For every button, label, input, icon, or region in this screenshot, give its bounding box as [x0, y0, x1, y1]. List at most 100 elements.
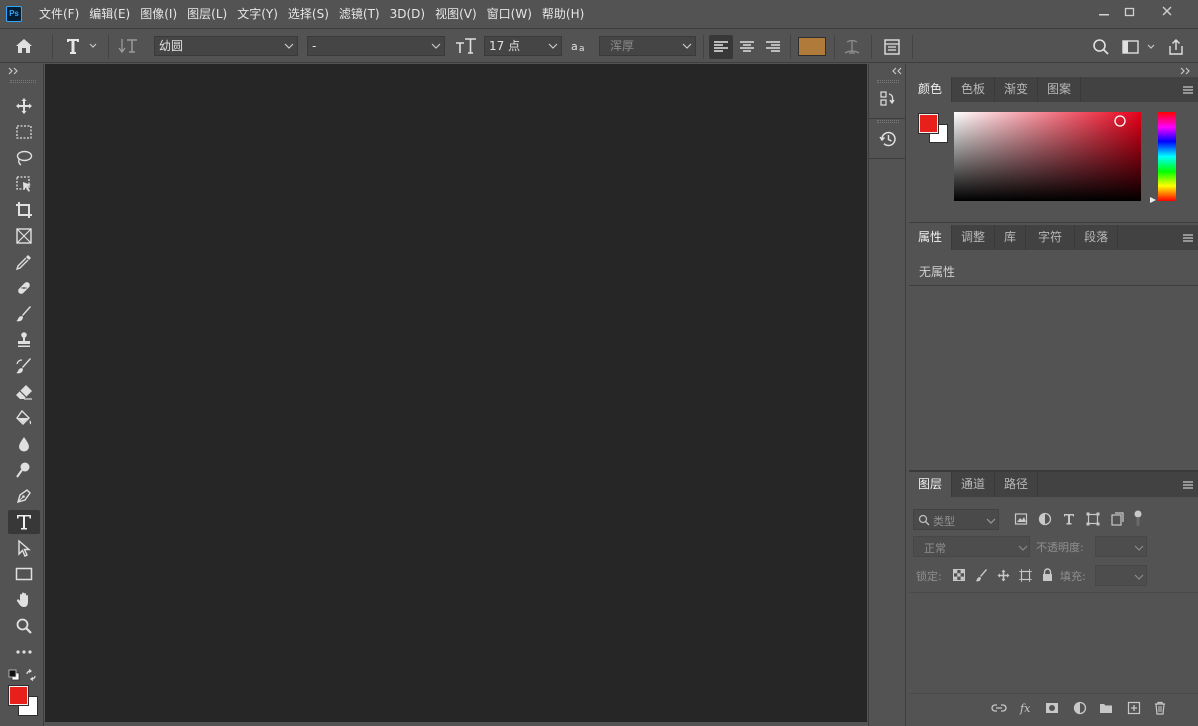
- close-window-button[interactable]: [1150, 0, 1184, 22]
- menu-window[interactable]: 窗口(W): [482, 0, 537, 29]
- tab-layers[interactable]: 图层: [909, 472, 953, 497]
- lock-artboard-icon[interactable]: [1019, 569, 1032, 582]
- foreground-color-swatch[interactable]: [8, 685, 29, 706]
- blur-tool[interactable]: [8, 432, 40, 456]
- swap-colors-button[interactable]: [25, 669, 37, 681]
- new-layer-icon[interactable]: [1127, 701, 1141, 715]
- dodge-tool[interactable]: [8, 458, 40, 482]
- menu-layer[interactable]: 图层(L): [182, 0, 232, 29]
- tab-swatches[interactable]: 色板: [952, 77, 996, 102]
- menu-select[interactable]: 选择(S): [283, 0, 334, 29]
- foreground-color-swatch[interactable]: [918, 113, 939, 134]
- layer-filter-select[interactable]: 类型: [913, 509, 999, 530]
- menu-type[interactable]: 文字(Y): [232, 0, 283, 29]
- path-selection-tool[interactable]: [8, 536, 40, 560]
- align-left-button[interactable]: [709, 35, 733, 59]
- rectangle-tool[interactable]: [8, 562, 40, 586]
- zoom-tool[interactable]: [8, 614, 40, 638]
- align-right-button[interactable]: [761, 35, 785, 59]
- fx-icon[interactable]: fx: [1019, 701, 1033, 715]
- dock-grip[interactable]: [877, 120, 899, 123]
- lock-position-icon[interactable]: [997, 569, 1010, 582]
- tab-patterns[interactable]: 图案: [1038, 77, 1082, 102]
- filter-shape-layers-icon[interactable]: [1086, 512, 1100, 526]
- spot-healing-brush-tool[interactable]: [8, 276, 40, 300]
- menu-3d[interactable]: 3D(D): [385, 0, 430, 29]
- collapse-toolbar-icon[interactable]: [8, 67, 20, 75]
- warp-text-button[interactable]: [840, 35, 864, 59]
- lock-all-icon[interactable]: [1041, 568, 1054, 582]
- share-button[interactable]: [1164, 36, 1188, 58]
- fill-input[interactable]: [1095, 565, 1147, 586]
- edit-toolbar-button[interactable]: [8, 640, 40, 664]
- tab-color[interactable]: 颜色: [909, 77, 953, 102]
- menu-view[interactable]: 视图(V): [430, 0, 482, 29]
- blend-mode-select[interactable]: 正常: [913, 536, 1030, 557]
- menu-help[interactable]: 帮助(H): [537, 0, 589, 29]
- antialias-select[interactable]: 浑厚: [599, 36, 696, 56]
- new-adjustment-layer-icon[interactable]: [1073, 701, 1087, 715]
- tab-properties[interactable]: 属性: [909, 225, 953, 250]
- toolbar-grip[interactable]: [10, 80, 36, 83]
- color-saturation-field[interactable]: [954, 112, 1141, 201]
- horizontal-type-tool[interactable]: [8, 510, 40, 534]
- collapse-panels-icon[interactable]: [1180, 67, 1192, 75]
- filter-toggle-icon[interactable]: [1132, 509, 1144, 529]
- tool-preset-picker[interactable]: [62, 34, 102, 58]
- lock-transparent-pixels-icon[interactable]: [953, 569, 965, 581]
- document-canvas-area[interactable]: [45, 64, 867, 722]
- opacity-input[interactable]: [1095, 536, 1147, 557]
- panel-menu-icon[interactable]: [1182, 233, 1194, 243]
- tab-character[interactable]: 字符: [1026, 225, 1076, 250]
- tab-libraries[interactable]: 库: [995, 225, 1027, 250]
- tab-paragraph[interactable]: 段落: [1075, 225, 1119, 250]
- expand-panels-icon[interactable]: [891, 67, 903, 75]
- tab-paths[interactable]: 路径: [995, 472, 1039, 497]
- crop-tool[interactable]: [8, 198, 40, 222]
- filter-pixel-layers-icon[interactable]: [1014, 512, 1028, 526]
- text-color-swatch[interactable]: [798, 37, 826, 56]
- panel-menu-icon[interactable]: [1182, 85, 1194, 95]
- object-selection-tool[interactable]: [8, 172, 40, 196]
- dock-grip[interactable]: [877, 80, 899, 83]
- move-tool[interactable]: [8, 94, 40, 118]
- menu-file[interactable]: 文件(F): [34, 0, 84, 29]
- restore-button[interactable]: [1113, 0, 1147, 22]
- rectangular-marquee-tool[interactable]: [8, 120, 40, 144]
- frame-tool[interactable]: [8, 224, 40, 248]
- new-group-icon[interactable]: [1099, 702, 1113, 714]
- pen-tool[interactable]: [8, 484, 40, 508]
- home-button[interactable]: [10, 34, 38, 58]
- filter-adjustment-layers-icon[interactable]: [1038, 512, 1052, 526]
- align-center-button[interactable]: [735, 35, 759, 59]
- clone-stamp-tool[interactable]: [8, 328, 40, 352]
- history-panel-button[interactable]: [877, 127, 899, 151]
- actions-panel-button[interactable]: [877, 87, 899, 111]
- delete-layer-icon[interactable]: [1153, 701, 1167, 715]
- default-colors-button[interactable]: [8, 669, 20, 681]
- panel-menu-icon[interactable]: [1182, 480, 1194, 490]
- layers-list[interactable]: [909, 593, 1198, 693]
- brush-tool[interactable]: [8, 302, 40, 326]
- tab-channels[interactable]: 通道: [952, 472, 996, 497]
- menu-image[interactable]: 图像(I): [135, 0, 182, 29]
- menu-filter[interactable]: 滤镜(T): [334, 0, 385, 29]
- tab-adjustments[interactable]: 调整: [952, 225, 996, 250]
- character-paragraph-panel-button[interactable]: [880, 35, 904, 59]
- font-family-select[interactable]: 幼圆: [154, 36, 298, 56]
- hand-tool[interactable]: [8, 588, 40, 612]
- font-size-select[interactable]: 17 点: [484, 36, 562, 56]
- history-brush-tool[interactable]: [8, 354, 40, 378]
- add-layer-mask-icon[interactable]: [1045, 702, 1059, 714]
- eyedropper-tool[interactable]: [8, 250, 40, 274]
- tab-gradients[interactable]: 渐变: [995, 77, 1039, 102]
- hue-slider-handle[interactable]: [1149, 196, 1157, 204]
- workspace-switcher[interactable]: [1120, 36, 1160, 58]
- menu-edit[interactable]: 编辑(E): [84, 0, 135, 29]
- filter-type-layers-icon[interactable]: [1062, 512, 1076, 526]
- toggle-text-orientation-button[interactable]: [116, 36, 144, 58]
- lock-image-pixels-icon[interactable]: [975, 569, 988, 582]
- lasso-tool[interactable]: [8, 146, 40, 170]
- hue-slider[interactable]: [1158, 112, 1176, 201]
- filter-smart-objects-icon[interactable]: [1110, 512, 1124, 526]
